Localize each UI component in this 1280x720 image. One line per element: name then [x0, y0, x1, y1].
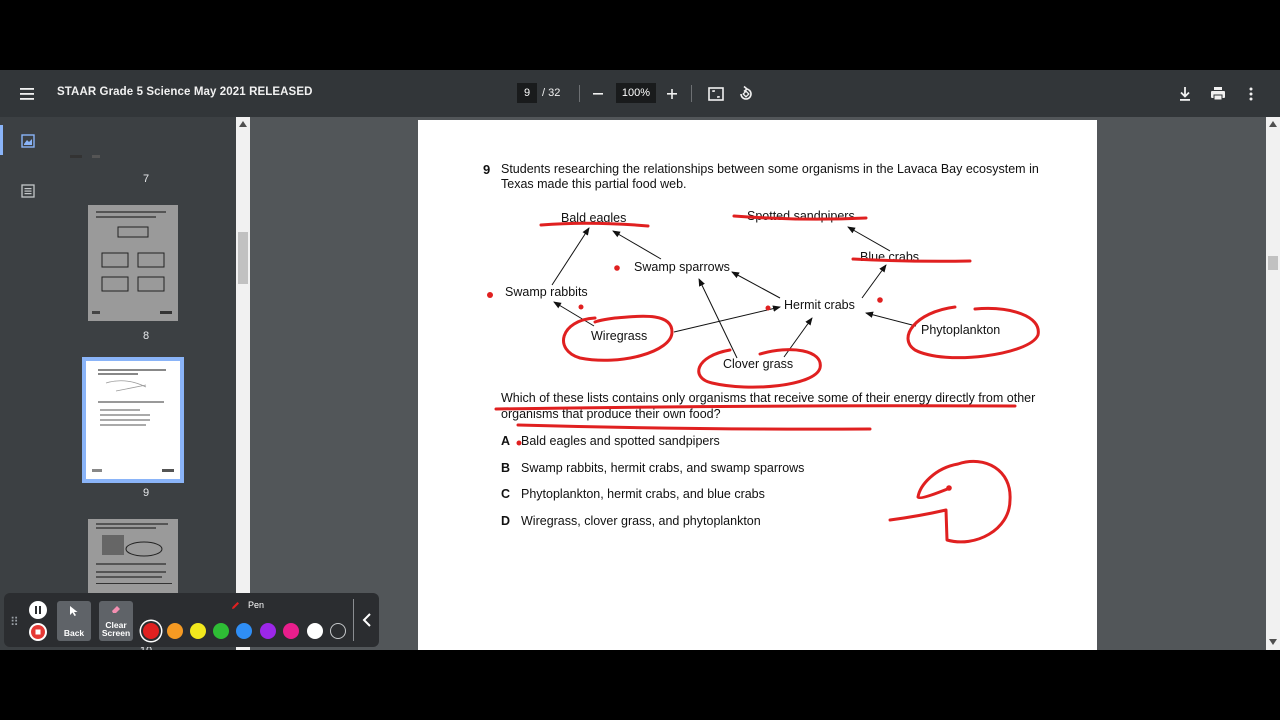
answer-choice[interactable]: D Wiregrass, clover grass, and phytoplank…: [501, 514, 761, 528]
drag-handle-icon[interactable]: ⠿: [10, 615, 19, 629]
scroll-up-arrow-icon[interactable]: [239, 121, 247, 127]
choice-letter: B: [501, 461, 511, 475]
back-label: Back: [63, 628, 85, 638]
answer-choice[interactable]: A Bald eagles and spotted sandpipers: [501, 434, 720, 448]
choice-text: Bald eagles and spotted sandpipers: [521, 434, 720, 448]
color-swatch-blue[interactable]: [236, 623, 252, 639]
eraser-icon: [112, 606, 120, 613]
color-swatch-white[interactable]: [307, 623, 323, 639]
organism-hermit-crabs: Hermit crabs: [784, 298, 855, 312]
clear-screen-button[interactable]: Clear Screen: [99, 601, 133, 641]
color-swatch-red[interactable]: [143, 623, 159, 639]
color-swatch-black[interactable]: [330, 623, 346, 639]
organism-clover-grass: Clover grass: [723, 357, 794, 371]
question-text: Students researching the relationships b…: [501, 162, 1039, 191]
organism-swamp-rabbits: Swamp rabbits: [505, 285, 588, 299]
organism-blue-crabs: Blue crabs: [860, 250, 920, 264]
outline-icon[interactable]: [20, 183, 36, 199]
organism-bald-eagles: Bald eagles: [561, 211, 627, 225]
active-rail-indicator: [0, 125, 3, 155]
thumbnail-scrollbar[interactable]: [236, 117, 250, 650]
organism-phytoplankton: Phytoplankton: [921, 323, 1001, 337]
choice-letter: D: [501, 514, 511, 528]
toolbar-divider: [353, 599, 354, 641]
organism-wiregrass: Wiregrass: [591, 329, 648, 343]
thumbnail-panel[interactable]: 7 8 9: [56, 117, 236, 650]
document-viewer[interactable]: [250, 117, 1266, 650]
color-swatch-purple[interactable]: [260, 623, 276, 639]
more-vert-icon[interactable]: [1240, 83, 1262, 105]
back-button[interactable]: Back: [57, 601, 91, 641]
color-swatch-yellow[interactable]: [190, 623, 206, 639]
hamburger-menu-icon[interactable]: [18, 84, 38, 104]
choice-text: Phytoplankton, hermit crabs, and blue cr…: [521, 487, 765, 501]
pdf-page: [418, 120, 1097, 650]
color-swatch-pink[interactable]: [283, 623, 299, 639]
page-number-input[interactable]: 9: [517, 83, 537, 103]
choice-text: Wiregrass, clover grass, and phytoplankt…: [521, 514, 761, 528]
answer-choice[interactable]: B Swamp rabbits, hermit crabs, and swamp …: [501, 461, 804, 475]
sidebar-rail: [0, 117, 56, 650]
page-thumbnail-selected[interactable]: [82, 357, 184, 483]
zoom-level-input[interactable]: 100%: [616, 83, 656, 103]
fit-to-page-icon[interactable]: [705, 83, 727, 105]
toolbar-divider: [691, 85, 692, 102]
thumbnail-page-number: 9: [142, 487, 150, 499]
stop-icon: [31, 625, 45, 639]
minus-icon[interactable]: [587, 83, 609, 105]
scroll-up-arrow-icon[interactable]: [1269, 121, 1277, 127]
rotate-icon[interactable]: [735, 83, 757, 105]
organism-spotted-sandpipers: Spotted sandpipers: [747, 209, 855, 223]
annotation-toolbar: ⠿ Back Clear Screen Pen: [4, 593, 379, 647]
pen-label: Pen: [248, 600, 265, 610]
page-count: / 32: [542, 87, 561, 99]
pause-icon: [35, 606, 41, 614]
thumbnail-page-number: 8: [142, 330, 150, 342]
choice-letter: A: [501, 434, 511, 448]
thumbnails-icon[interactable]: [20, 133, 36, 149]
answer-choice[interactable]: C Phytoplankton, hermit crabs, and blue c…: [501, 487, 765, 501]
pause-button[interactable]: [29, 601, 47, 619]
scroll-down-arrow-icon[interactable]: [1269, 639, 1277, 645]
choice-letter: C: [501, 487, 511, 501]
plus-icon[interactable]: [661, 83, 683, 105]
print-icon[interactable]: [1207, 83, 1229, 105]
organism-swamp-sparrows: Swamp sparrows: [634, 260, 730, 274]
chevron-left-icon[interactable]: [359, 611, 375, 629]
toolbar-divider: [579, 85, 580, 102]
screen-label: Screen: [101, 628, 131, 638]
color-swatch-orange[interactable]: [167, 623, 183, 639]
thumbnail-page-number: 7: [142, 173, 150, 185]
cursor-icon: [70, 606, 78, 616]
stop-button[interactable]: [29, 623, 47, 641]
question-prompt: Which of these lists contains only organ…: [501, 391, 1036, 421]
scrollbar-thumb[interactable]: [238, 232, 248, 284]
choice-text: Swamp rabbits, hermit crabs, and swamp s…: [521, 461, 805, 475]
pen-icon: [232, 602, 239, 609]
document-title: STAAR Grade 5 Science May 2021 RELEASED: [57, 86, 313, 98]
page-thumbnail[interactable]: [88, 205, 178, 321]
scrollbar-thumb[interactable]: [1268, 256, 1278, 270]
download-icon[interactable]: [1174, 83, 1196, 105]
color-swatch-green[interactable]: [213, 623, 229, 639]
question-number: 9: [483, 162, 491, 177]
viewer-scrollbar[interactable]: [1266, 117, 1280, 650]
pdf-toolbar: STAAR Grade 5 Science May 2021 RELEASED …: [0, 70, 1280, 117]
